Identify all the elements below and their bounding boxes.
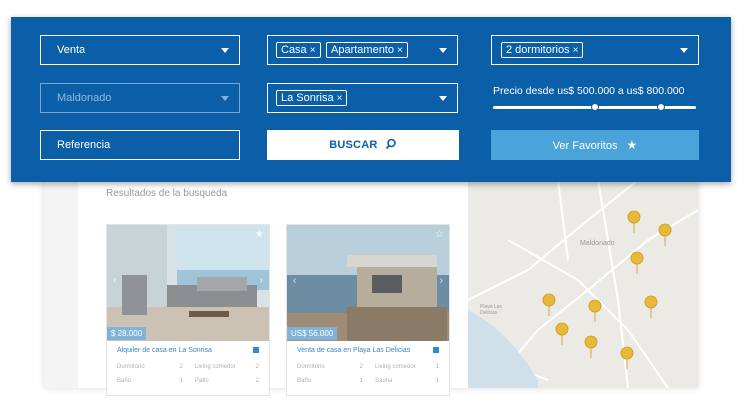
price-slider-fill bbox=[594, 106, 662, 109]
locality-select[interactable]: La Sonrisa × bbox=[267, 83, 458, 113]
map-city-label: Maldonado bbox=[580, 240, 615, 247]
map-beach-label: Playa Las Delicias bbox=[480, 304, 502, 316]
chip-casa[interactable]: Casa × bbox=[276, 42, 321, 58]
reference-placeholder: Referencia bbox=[57, 139, 111, 151]
spec-item: Dormitorio 2 bbox=[297, 364, 363, 370]
results-map[interactable]: Maldonado Playa Las Delicias bbox=[468, 180, 698, 388]
price-slider[interactable] bbox=[493, 103, 696, 111]
listing-type-icon bbox=[433, 347, 439, 353]
star-icon: ★ bbox=[626, 138, 638, 152]
price-max-handle[interactable] bbox=[657, 103, 666, 111]
caret-down-icon bbox=[221, 96, 229, 101]
reference-field[interactable]: Referencia bbox=[40, 130, 240, 160]
search-icon bbox=[385, 138, 396, 150]
spec-item: Baño 1 bbox=[117, 378, 183, 384]
search-filter-panel: Venta Casa × Apartamento × 2 dormitorios × … bbox=[11, 17, 731, 182]
results-list: Resultados de la busqueda ‹ › ★ $ 28.000… bbox=[78, 180, 468, 396]
chip-apartamento[interactable]: Apartamento × bbox=[326, 42, 408, 58]
prev-photo-icon[interactable]: ‹ bbox=[293, 275, 296, 286]
listing-card[interactable]: ‹ › ☆ US$ 56.000 Venta de casa en Playa … bbox=[286, 224, 450, 396]
chip-bedrooms[interactable]: 2 dormitorios × bbox=[501, 42, 584, 58]
listing-title[interactable]: Alquiler de casa en La Sonrisa bbox=[117, 347, 212, 354]
remove-icon: × bbox=[336, 93, 343, 104]
next-photo-icon[interactable]: › bbox=[260, 275, 263, 286]
favorite-star-icon[interactable]: ★ bbox=[255, 229, 264, 240]
caret-down-icon bbox=[439, 48, 447, 53]
spec-item: Living comedor 2 bbox=[195, 364, 259, 370]
operation-select[interactable]: Venta bbox=[40, 35, 240, 65]
caret-down-icon bbox=[221, 48, 229, 53]
favorites-button[interactable]: Ver Favoritos ★ bbox=[491, 130, 699, 160]
search-button[interactable]: BUSCAR bbox=[267, 130, 459, 160]
spec-item: Living comedor 1 bbox=[375, 364, 439, 370]
property-type-select[interactable]: Casa × Apartamento × bbox=[267, 35, 458, 65]
favorite-star-icon[interactable]: ☆ bbox=[435, 229, 444, 240]
bedrooms-select[interactable]: 2 dormitorios × bbox=[491, 35, 699, 65]
listing-photo bbox=[287, 225, 449, 341]
operation-value: Venta bbox=[57, 44, 86, 56]
caret-down-icon bbox=[439, 96, 447, 101]
results-title: Resultados de la busqueda bbox=[106, 188, 228, 199]
department-select[interactable]: Maldonado bbox=[40, 83, 240, 113]
prev-photo-icon[interactable]: ‹ bbox=[113, 275, 116, 286]
listing-title[interactable]: Venta de casa en Playa Las Delicias bbox=[297, 347, 410, 354]
spec-item: Patio 2 bbox=[195, 378, 259, 384]
spec-item: Dormitorio 2 bbox=[117, 364, 183, 370]
spec-item: Sauna 1 bbox=[375, 378, 439, 384]
next-photo-icon[interactable]: › bbox=[440, 275, 443, 286]
listing-price: US$ 56.000 bbox=[287, 327, 338, 340]
price-min-handle[interactable] bbox=[590, 103, 599, 111]
listing-price: $ 28.000 bbox=[107, 327, 147, 340]
remove-icon: × bbox=[309, 45, 316, 56]
listing-card[interactable]: ‹ › ★ $ 28.000 Alquiler de casa en La So… bbox=[106, 224, 270, 396]
listing-photo bbox=[107, 225, 269, 341]
remove-icon: × bbox=[572, 45, 579, 56]
spec-item: Baño 1 bbox=[297, 378, 363, 384]
price-range-label: Precio desde us$ 500.000 a us$ 800.000 bbox=[493, 85, 685, 97]
remove-icon: × bbox=[396, 45, 403, 56]
chip-la-sonrisa[interactable]: La Sonrisa × bbox=[276, 90, 348, 106]
department-placeholder: Maldonado bbox=[57, 92, 112, 104]
listing-type-icon bbox=[253, 347, 259, 353]
caret-down-icon bbox=[680, 48, 688, 53]
